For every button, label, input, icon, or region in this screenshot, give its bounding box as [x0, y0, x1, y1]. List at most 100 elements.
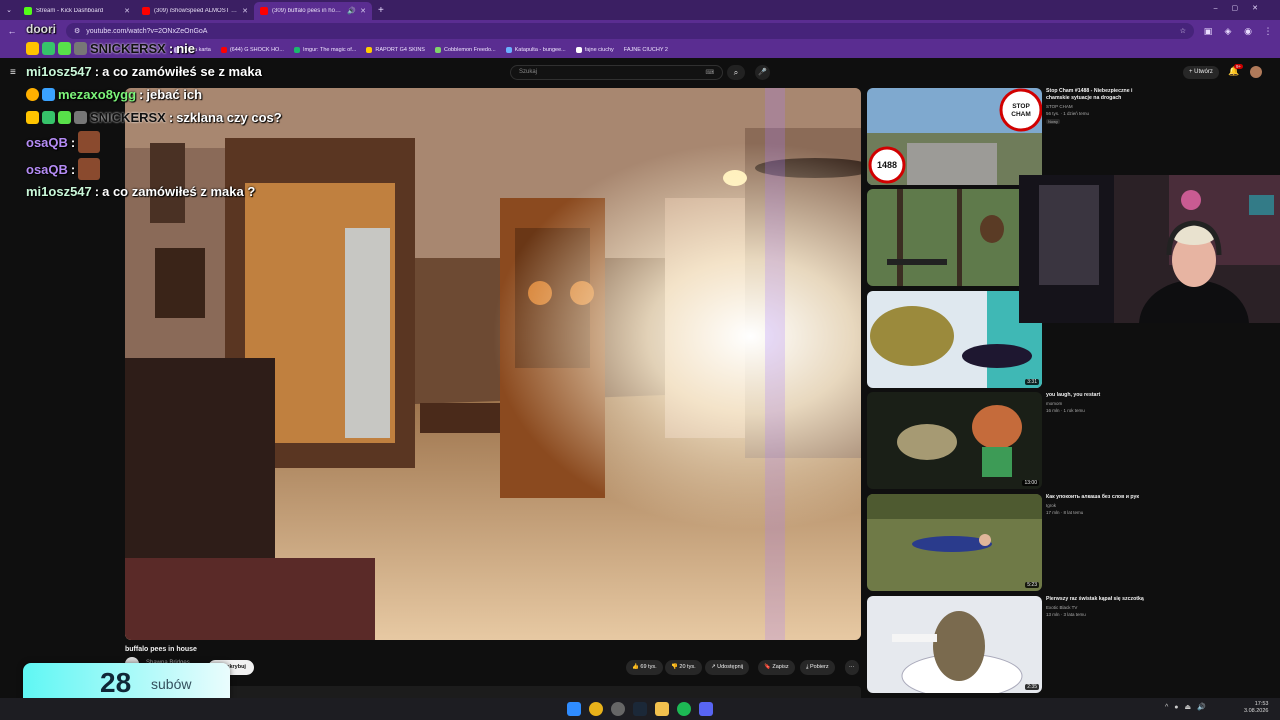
steam-icon[interactable] [633, 702, 647, 716]
tab-label: (309) iShowSpeed ALMOST DI... [154, 8, 239, 14]
recommendation-title[interactable]: Как упокоить алкаша без слов и рук [1046, 494, 1146, 501]
recommendation-item[interactable]: 13:00 you laugh, you restart momom 16 ml… [867, 392, 1267, 489]
dislike-button[interactable]: 👎 20 tys. [665, 660, 702, 675]
recommendation-channel[interactable]: Exotic Black TV [1046, 605, 1077, 610]
mic-icon[interactable]: 🎤 [755, 65, 770, 80]
video-thumbnail[interactable]: 3:31 [867, 291, 1042, 388]
chat-username[interactable]: osaQB [26, 162, 68, 177]
bookmark-item[interactable]: fajne ciuchy [575, 47, 614, 53]
discord-icon[interactable] [699, 702, 713, 716]
new-tab-button[interactable]: + [372, 5, 390, 16]
tab-label: Stream - Kick Dashboard [36, 8, 104, 14]
search-input[interactable]: Szukaj ⌨ [510, 65, 723, 80]
screen: ⌄ Stream - Kick Dashboard ✕ (309) iShowS… [0, 0, 1280, 720]
thumbnail-image: 1488 STOP CHAM [867, 88, 1042, 185]
site-info-icon[interactable]: ⚙ [74, 27, 80, 35]
bookmark-item[interactable]: Katapulta - bungee... [505, 47, 566, 53]
close-icon[interactable]: ✕ [360, 7, 366, 15]
url-text: youtube.com/watch?v=2ONxZeOnGoA [86, 27, 208, 35]
system-tray[interactable]: ^●⏏🔊 [1165, 703, 1212, 711]
chat-username[interactable]: mi1osz547 [26, 184, 92, 199]
video-title: buffalo pees in house [125, 646, 197, 653]
chat-text: jebać ich [146, 87, 203, 102]
recommendation-title[interactable]: Pierwszy raz świstak kąpał się szczotką [1046, 596, 1146, 603]
speaker-icon[interactable]: 🔊 [347, 7, 356, 15]
bookmark-item[interactable]: (644) G SHOCK HO... [220, 47, 284, 53]
thumbnail-image [867, 189, 1042, 286]
chat-username[interactable]: mezaxo8ygg [58, 87, 136, 102]
video-thumbnail[interactable]: 13:00 [867, 392, 1042, 489]
hamburger-menu-icon[interactable]: ≡ [10, 67, 16, 78]
extension-icon[interactable]: ▣ [1202, 26, 1214, 37]
chat-username[interactable]: SNICKERSX [90, 110, 166, 125]
keyboard-icon[interactable]: ⌨ [705, 69, 714, 76]
tab-label: (309) buffalo pees in house [272, 8, 344, 14]
recommendation-item[interactable]: 1488 STOP CHAM Stop Cham #1488 - Niebezp… [867, 88, 1267, 185]
avatar[interactable] [1250, 66, 1262, 78]
save-button[interactable]: 🔖 Zapisz [758, 660, 795, 675]
video-thumbnail[interactable]: 2:35 [867, 596, 1042, 693]
new-badge: Nowy [1046, 119, 1061, 124]
tab-kick-dashboard[interactable]: Stream - Kick Dashboard ✕ [18, 2, 136, 20]
shield-icon[interactable]: ◈ [1222, 26, 1234, 37]
start-icon[interactable] [567, 702, 581, 716]
tab-buffalo-video[interactable]: (309) buffalo pees in house 🔊 ✕ [254, 2, 372, 20]
close-icon[interactable]: ✕ [124, 7, 130, 15]
recommendation-channel[interactable]: STOP CHAM [1046, 104, 1073, 109]
video-thumbnail[interactable]: 1488 STOP CHAM [867, 88, 1042, 185]
spotify-icon[interactable] [677, 702, 691, 716]
bookmark-item[interactable]: Cobblemon Freedo... [434, 47, 496, 53]
close-icon[interactable]: ✕ [242, 7, 248, 15]
emote-badge-icon [74, 111, 87, 124]
video-thumbnail[interactable]: 5:23 [867, 494, 1042, 591]
recommendation-channel[interactable]: momom [1046, 401, 1062, 406]
download-button[interactable]: ⤓ Pobierz [800, 660, 835, 675]
profile-icon[interactable]: ◉ [1242, 26, 1254, 37]
back-icon[interactable]: ← [6, 26, 18, 36]
recommendation-item[interactable]: 5:23 Как упокоить алкаша без слов и рук … [867, 494, 1267, 591]
share-button[interactable]: ↗ Udostępnij [705, 660, 750, 675]
chat-message: osaQB: [26, 158, 101, 180]
clock-date: 3.08.2026 [1244, 708, 1269, 714]
download-label: Pobierz [809, 664, 829, 670]
clock[interactable]: 17:53 3.08.2026 [1244, 701, 1268, 715]
recommendation-channel[interactable]: Igrok [1046, 503, 1056, 508]
chat-username[interactable]: mi1osz547 [26, 64, 92, 79]
tab-list-icon[interactable]: ⌄ [0, 1, 18, 19]
folder-icon[interactable] [655, 702, 669, 716]
dislike-count: 20 tys. [679, 664, 696, 670]
bookmark-star-icon[interactable]: ☆ [1180, 27, 1186, 35]
video-player[interactable] [125, 88, 861, 640]
like-button[interactable]: 👍 69 tys. [626, 660, 663, 675]
bookmark-item[interactable]: Imgur: The magic of... [293, 47, 356, 53]
bookmark-label: Cobblemon Freedo... [443, 47, 496, 53]
search-button[interactable]: ⌕ [727, 65, 745, 80]
video-thumbnail[interactable] [867, 189, 1042, 286]
create-button[interactable]: + Utwórz [1183, 66, 1219, 79]
chat-message: mi1osz547: a co zamówiłeś se z maka [26, 64, 262, 79]
recommendation-title[interactable]: Stop Cham #1488 - Niebezpieczne i chamsk… [1046, 88, 1146, 102]
more-actions-icon[interactable]: ⋯ [845, 660, 859, 675]
chat-username[interactable]: SNICKERSX [90, 41, 166, 56]
star-badge-icon [58, 111, 71, 124]
menu-icon[interactable]: ⋮ [1262, 26, 1274, 37]
tab-ishowspeed[interactable]: (309) iShowSpeed ALMOST DI... ✕ [136, 2, 254, 20]
chat-username[interactable]: osaQB [26, 135, 68, 150]
chat-message: mi1osz547: a co zamówiłeś z maka ? [26, 184, 256, 199]
thumbnail-image [867, 494, 1042, 591]
bookmark-label: RAPORT G4 SKINS [375, 47, 425, 53]
bookmark-item[interactable]: FAJNE CIUCHY 2 [624, 47, 668, 53]
recommendation-title[interactable]: you laugh, you restart [1046, 392, 1146, 399]
star-badge-icon [58, 42, 71, 55]
chat-text: a co zamówiłeś se z maka [102, 64, 262, 79]
description-box[interactable] [125, 686, 861, 698]
bookmark-item[interactable]: RAPORT G4 SKINS [366, 47, 425, 53]
recommendation-item[interactable]: 2:35 Pierwszy raz świstak kąpał się szcz… [867, 596, 1267, 693]
video-duration: 5:23 [1025, 582, 1039, 588]
window-controls[interactable]: –▢✕ [1214, 4, 1272, 12]
youtube-page: ≡ Szukaj ⌨ ⌕ 🎤 + Utwórz 🔔 9+ buffalo pee… [0, 58, 1280, 698]
obs-icon[interactable] [611, 702, 625, 716]
recommendation-stats: 17 mln · 8 lat temu [1046, 510, 1084, 515]
chrome-icon[interactable] [589, 702, 603, 716]
address-bar[interactable]: ⚙ youtube.com/watch?v=2ONxZeOnGoA ☆ [66, 23, 1194, 39]
